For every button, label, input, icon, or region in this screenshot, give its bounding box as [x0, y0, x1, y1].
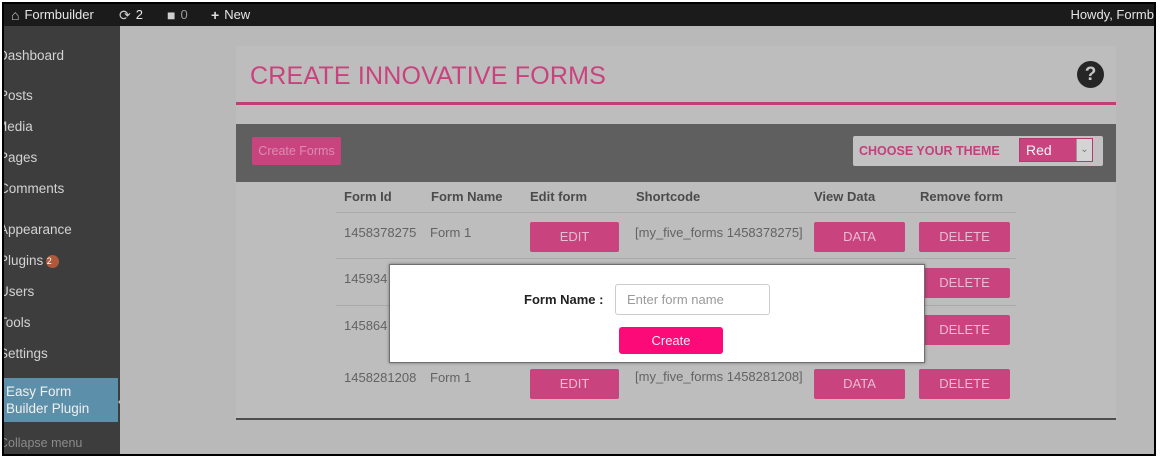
delete-button[interactable]: DELETE: [919, 369, 1010, 399]
form-toolbar: Create Forms CHOOSE YOUR THEME Red ⌄: [236, 124, 1116, 182]
admin-sidebar: Dashboard Posts Media Pages Comments App…: [4, 26, 126, 454]
shortcode-cell: [my_five_forms 1458378275]: [635, 225, 803, 240]
column-header-remove-form: Remove form: [920, 189, 1004, 204]
howdy-user-link[interactable]: Howdy, Formb: [1070, 4, 1154, 26]
home-icon: ⌂: [11, 7, 20, 23]
form-id-cell: 145864: [344, 318, 388, 333]
create-forms-button[interactable]: Create Forms: [252, 137, 341, 165]
column-header-form-id: Form Id: [344, 189, 392, 204]
theme-label: CHOOSE YOUR THEME: [859, 144, 1000, 158]
shortcode-cell: [my_five_forms 1458281208]: [635, 369, 803, 384]
active-menu-arrow: [118, 394, 126, 410]
sidebar-item-comments[interactable]: Comments: [4, 181, 120, 197]
page-title: CREATE INNOVATIVE FORMS: [250, 62, 607, 90]
data-button[interactable]: DATA: [814, 222, 905, 252]
delete-button[interactable]: DELETE: [919, 268, 1010, 298]
data-button[interactable]: DATA: [814, 369, 905, 399]
form-id-cell: 1458378275: [344, 225, 417, 240]
app-window: ⌂ Formbuilder ⟳ 2 ■ 0 + New Howdy, Formb…: [2, 2, 1156, 456]
table-row: 1458378275 Form 1 EDIT [my_five_forms 14…: [336, 212, 1016, 258]
edit-button[interactable]: EDIT: [530, 369, 619, 399]
sidebar-item-appearance[interactable]: Appearance: [4, 222, 120, 238]
column-header-form-name: Form Name: [431, 189, 503, 204]
edit-button[interactable]: EDIT: [530, 222, 619, 252]
sidebar-item-media[interactable]: Media: [4, 119, 120, 135]
plugins-update-badge: 2: [46, 255, 60, 268]
site-name-link[interactable]: ⌂ Formbuilder: [11, 4, 94, 26]
sidebar-item-easy-form-builder[interactable]: Easy Form Builder Plugin: [4, 378, 126, 422]
form-name-label: Form Name :: [524, 292, 604, 307]
sidebar-item-users[interactable]: Users: [4, 284, 120, 300]
theme-select[interactable]: Red ⌄: [1019, 138, 1093, 162]
refresh-icon: ⟳: [119, 7, 131, 23]
column-header-view-data: View Data: [814, 189, 876, 204]
form-id-cell: 145934: [344, 271, 388, 286]
create-button[interactable]: Create: [619, 327, 723, 354]
create-form-modal: Form Name : Create: [389, 264, 925, 363]
form-name-cell: Form 1: [430, 370, 472, 385]
sidebar-item-pages[interactable]: Pages: [4, 150, 120, 166]
form-builder-panel: CREATE INNOVATIVE FORMS ? Create Forms C…: [236, 46, 1116, 420]
form-name-cell: Form 1: [430, 225, 472, 240]
sidebar-item-tools[interactable]: Tools: [4, 315, 120, 331]
form-name-input[interactable]: [615, 284, 770, 315]
help-icon[interactable]: ?: [1077, 61, 1104, 88]
delete-button[interactable]: DELETE: [919, 315, 1010, 345]
sidebar-item-dashboard[interactable]: Dashboard: [4, 48, 120, 64]
collapse-menu-button[interactable]: Collapse menu: [4, 435, 120, 451]
sidebar-item-settings[interactable]: Settings: [4, 346, 120, 362]
admin-bar: ⌂ Formbuilder ⟳ 2 ■ 0 + New Howdy, Formb: [4, 4, 1154, 26]
panel-bottom-rule: [236, 418, 1116, 420]
delete-button[interactable]: DELETE: [919, 222, 1010, 252]
column-header-edit-form: Edit form: [530, 189, 588, 204]
sidebar-item-plugins[interactable]: Plugins 2: [4, 253, 120, 269]
theme-chooser: CHOOSE YOUR THEME Red ⌄: [853, 136, 1103, 166]
updates-link[interactable]: ⟳ 2: [119, 4, 143, 26]
comment-bubble-icon: ■: [167, 7, 176, 23]
form-id-cell: 1458281208: [344, 370, 417, 385]
comments-link[interactable]: ■ 0: [167, 4, 188, 26]
title-divider: [236, 102, 1116, 105]
new-content-link[interactable]: + New: [211, 4, 250, 26]
sidebar-item-posts[interactable]: Posts: [4, 88, 120, 104]
plus-icon: +: [211, 7, 220, 23]
column-header-shortcode: Shortcode: [636, 189, 701, 204]
chevron-down-icon: ⌄: [1076, 139, 1092, 161]
